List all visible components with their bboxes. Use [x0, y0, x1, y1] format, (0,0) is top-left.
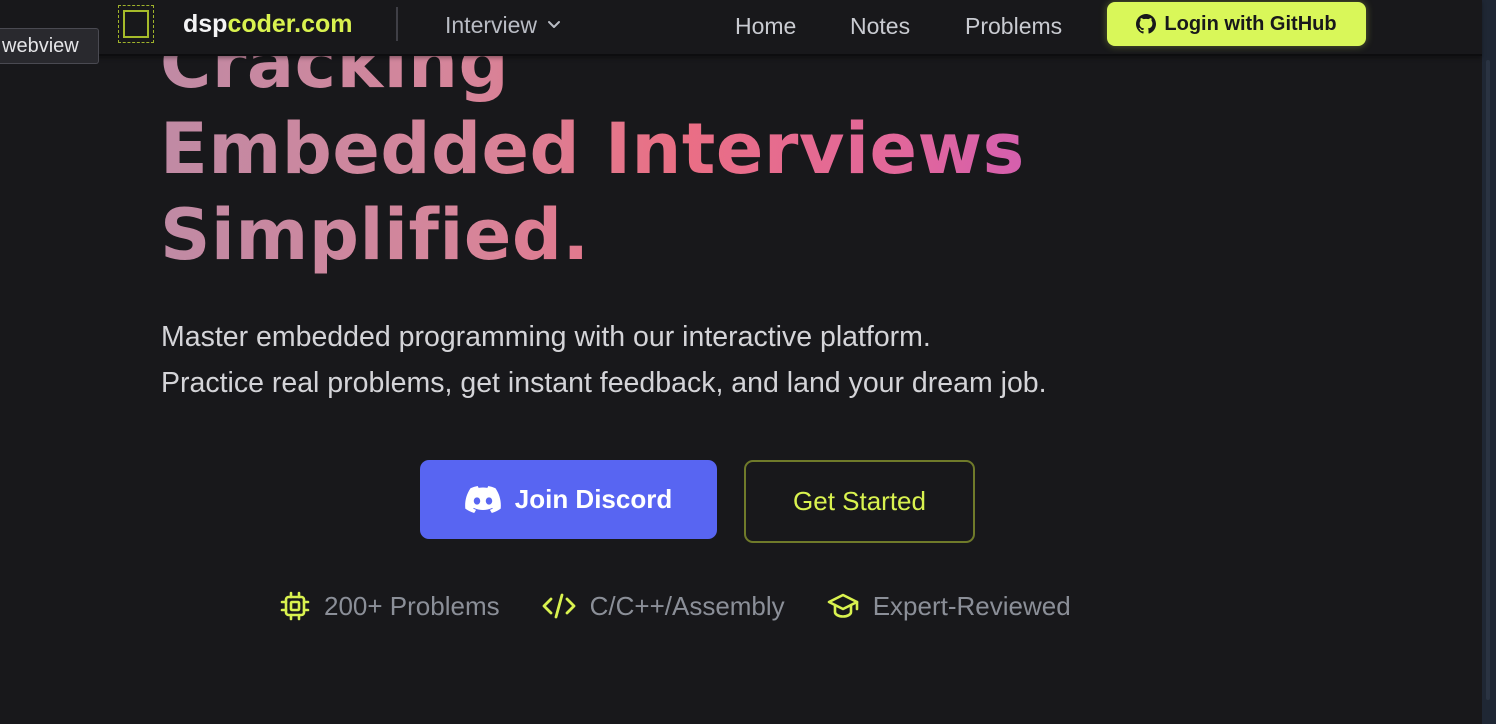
scrollbar-thumb[interactable]	[1486, 60, 1490, 700]
chip-icon	[280, 591, 310, 621]
login-github-label: Login with GitHub	[1164, 12, 1337, 35]
top-navbar: dspcoder.com Interview Home Notes Proble…	[0, 0, 1482, 56]
webview-tooltip: webview	[0, 28, 99, 64]
nav-divider	[396, 7, 398, 41]
brand-suffix: coder.com	[227, 10, 353, 38]
graduation-cap-icon	[827, 593, 858, 618]
scrollbar[interactable]	[1482, 0, 1496, 724]
page-root: Cracking Embedded Interviews Simplified.…	[0, 0, 1496, 724]
interview-dropdown-label: Interview	[445, 12, 538, 38]
logo-inner-square	[123, 10, 149, 38]
join-discord-label: Join Discord	[514, 484, 673, 514]
feature-label: Expert-Reviewed	[872, 590, 1071, 621]
login-github-button[interactable]: Login with GitHub	[1107, 2, 1366, 46]
hero-subtitle: Master embedded programming with our int…	[161, 314, 1047, 406]
join-discord-button[interactable]: Join Discord	[420, 460, 717, 539]
chevron-down-icon	[548, 21, 561, 28]
get-started-label: Get Started	[793, 486, 926, 516]
nav-link-home[interactable]: Home	[735, 11, 796, 41]
hero-subtitle-line-1: Master embedded programming with our int…	[161, 321, 931, 353]
hero-heading-line-2: Embedded Interviews	[160, 108, 1025, 190]
get-started-button[interactable]: Get Started	[744, 460, 975, 543]
feature-list: 200+ Problems C/C++/Assembly Expert-Revi…	[280, 586, 1113, 626]
nav-link-problems[interactable]: Problems	[965, 11, 1062, 41]
brand-prefix: dsp	[183, 10, 228, 38]
hero-heading: Cracking Embedded Interviews Simplified.	[160, 20, 1025, 278]
feature-label: 200+ Problems	[324, 590, 500, 621]
logo-icon[interactable]	[118, 5, 154, 43]
interview-dropdown[interactable]: Interview	[445, 10, 561, 40]
feature-label: C/C++/Assembly	[589, 590, 785, 621]
feature-item: C/C++/Assembly	[542, 591, 785, 622]
brand-name[interactable]: dspcoder.com	[183, 8, 353, 40]
hero-subtitle-line-2: Practice real problems, get instant feed…	[161, 367, 1047, 399]
hero-heading-line-3: Simplified.	[160, 194, 590, 276]
feature-item: 200+ Problems	[280, 591, 500, 622]
github-icon	[1136, 14, 1157, 34]
feature-item: Expert-Reviewed	[827, 591, 1071, 622]
nav-link-notes[interactable]: Notes	[850, 11, 910, 41]
discord-icon	[464, 486, 501, 513]
code-icon	[542, 593, 576, 619]
